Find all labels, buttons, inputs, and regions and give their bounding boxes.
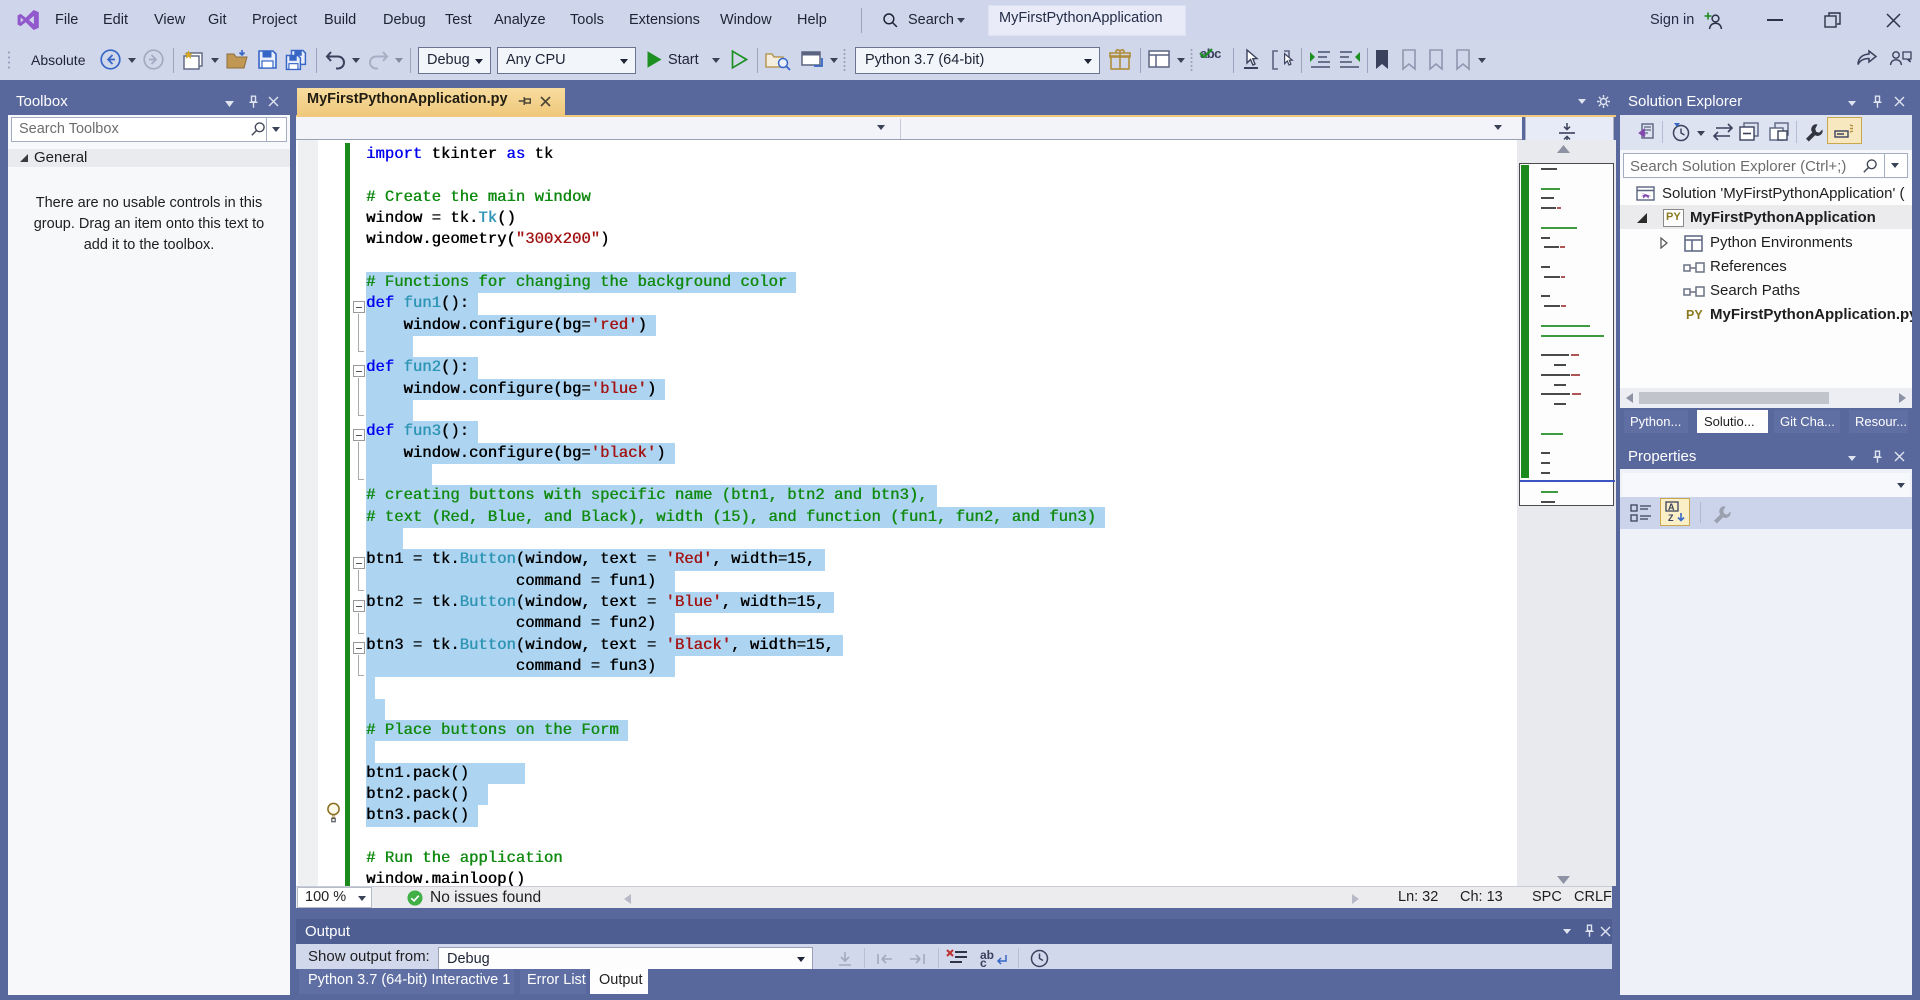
svg-text:Z: Z: [1668, 513, 1674, 523]
svg-text:A: A: [1668, 502, 1675, 512]
